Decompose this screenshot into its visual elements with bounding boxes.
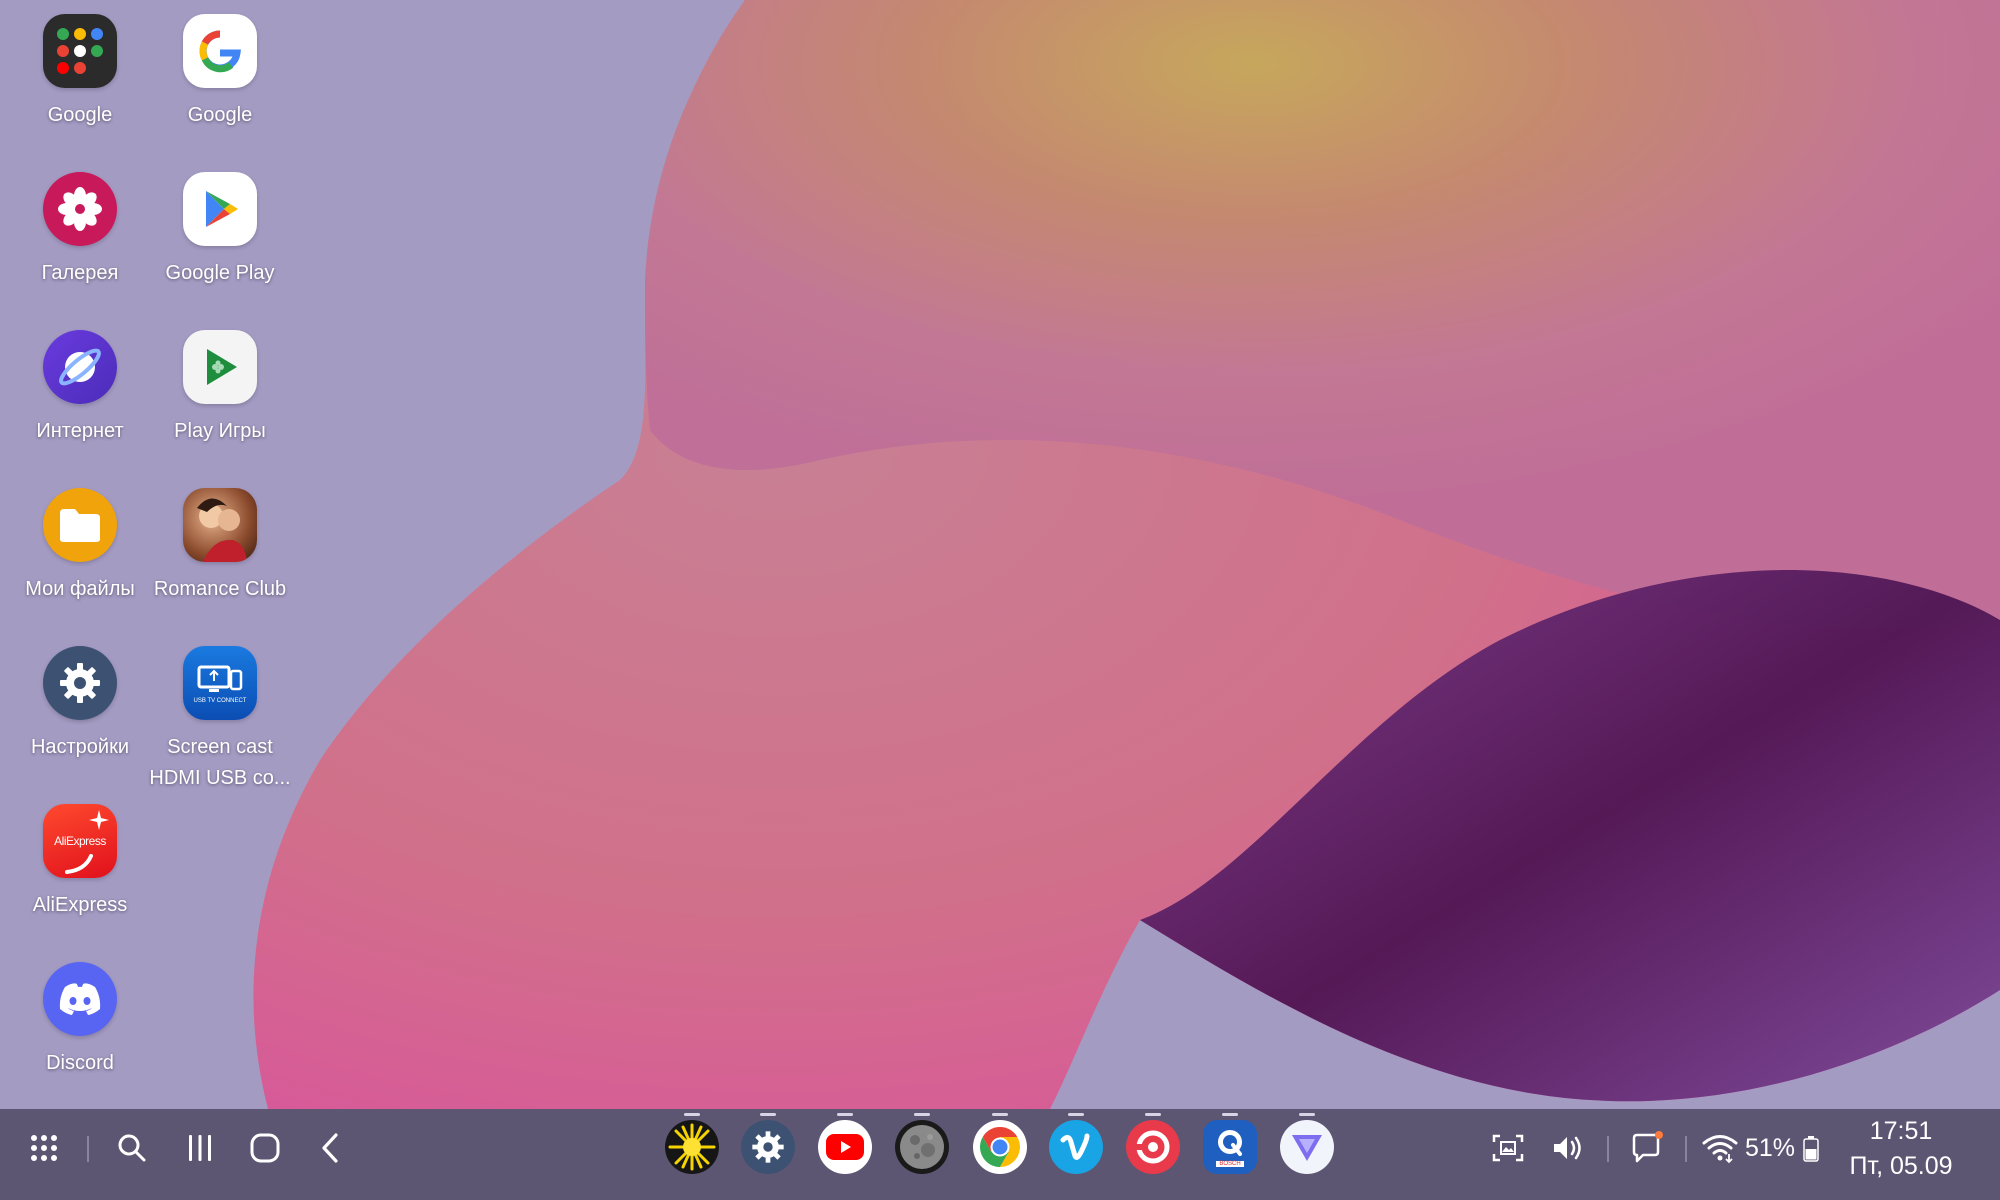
screen-cast-icon-text: USB TV CONNECT [193, 697, 247, 704]
app-label: Play Игры [174, 420, 266, 442]
running-indicator [760, 1113, 776, 1116]
battery-icon [1803, 1136, 1819, 1162]
app-label: Romance Club [153, 578, 287, 600]
home-icon [250, 1133, 280, 1163]
app-discord[interactable]: Discord [0, 962, 160, 1079]
running-indicator [1222, 1113, 1238, 1116]
battery-status [1800, 1134, 1822, 1164]
apps-grid-button[interactable] [24, 1130, 64, 1166]
vimeo-icon [1060, 1133, 1090, 1160]
app-label: Discord [46, 1052, 114, 1074]
tray-separator [1607, 1136, 1609, 1162]
aliexpress-icon: AliExpress [43, 804, 117, 878]
notifications-button[interactable] [1625, 1126, 1669, 1170]
desktop[interactable]: Google Google Галерея Google Play Интерн… [0, 0, 2000, 1109]
app-google-folder[interactable]: Google [0, 14, 160, 131]
dock-app-moon[interactable] [895, 1120, 949, 1174]
wallpaper-blob [253, 0, 2000, 1109]
running-indicator [992, 1113, 1008, 1116]
dock-app-vimeo[interactable] [1049, 1120, 1103, 1174]
app-google-play[interactable]: Google Play [140, 172, 300, 289]
running-indicator [914, 1113, 930, 1116]
volume-button[interactable] [1548, 1128, 1588, 1168]
dock-app-record[interactable] [1126, 1120, 1180, 1174]
app-settings[interactable]: Настройки [0, 646, 160, 763]
search-icon [118, 1134, 146, 1162]
app-label: Google [47, 104, 113, 126]
gear-icon [43, 646, 117, 720]
tray-separator [1685, 1136, 1687, 1162]
folder-icon [43, 488, 117, 562]
app-label: Screen cast HDMI USB co... [149, 736, 291, 789]
app-screen-cast[interactable]: USB TV CONNECT Screen cast HDMI USB co..… [140, 646, 300, 794]
clock-date[interactable]: Пт, 05.09 [1838, 1151, 1964, 1181]
app-label: Настройки [30, 736, 130, 758]
settings-dock-icon [752, 1131, 784, 1163]
taskbar-separator [87, 1136, 89, 1162]
dock-app-vpn[interactable] [1280, 1120, 1334, 1174]
dock-app-chrome[interactable] [973, 1120, 1027, 1174]
screen-capture-icon [1492, 1134, 1524, 1162]
bosch-icon-text: BOSCH [1216, 1161, 1244, 1167]
running-indicator [1145, 1113, 1161, 1116]
app-label: Мои файлы [25, 578, 135, 600]
bosch-app-icon [1218, 1130, 1242, 1156]
notification-bubble-icon [1632, 1131, 1663, 1163]
wifi-status[interactable] [1700, 1128, 1740, 1168]
battery-percentage: 51% [1744, 1133, 1796, 1162]
running-indicator [837, 1113, 853, 1116]
home-button[interactable] [245, 1130, 285, 1166]
dock-app-sun[interactable] [665, 1120, 719, 1174]
app-internet[interactable]: Интернет [0, 330, 160, 447]
play-games-icon [183, 330, 257, 404]
app-label: Google [187, 104, 253, 126]
flower-icon [43, 172, 117, 246]
dock-app-youtube[interactable] [818, 1120, 872, 1174]
back-icon [322, 1133, 338, 1163]
app-aliexpress[interactable]: AliExpress AliExpress [0, 804, 160, 921]
app-label: Google Play [165, 262, 275, 284]
app-romance-club[interactable]: Romance Club [140, 488, 300, 605]
sun-app-icon [668, 1123, 716, 1171]
record-app-icon [1135, 1130, 1170, 1164]
screenshot-button[interactable] [1488, 1128, 1528, 1168]
running-indicator [1299, 1113, 1315, 1116]
dock-app-bosch[interactable]: BOSCH [1203, 1120, 1257, 1174]
running-indicator [1068, 1113, 1084, 1116]
app-google[interactable]: Google [140, 14, 300, 131]
app-my-files[interactable]: Мои файлы [0, 488, 160, 605]
volume-icon [1554, 1136, 1581, 1160]
vpn-app-icon [1292, 1135, 1322, 1161]
youtube-icon [826, 1134, 864, 1160]
search-button[interactable] [112, 1130, 152, 1166]
play-store-icon [183, 172, 257, 246]
planet-icon [43, 330, 117, 404]
apps-grid-icon [31, 1135, 57, 1161]
wifi-icon [1702, 1135, 1738, 1164]
recents-button[interactable] [180, 1130, 220, 1166]
google-g-icon [183, 14, 257, 88]
app-label: AliExpress [32, 894, 128, 916]
screen-cast-icon: USB TV CONNECT [183, 646, 257, 720]
recents-icon [189, 1135, 211, 1161]
app-label: Галерея [41, 262, 119, 284]
app-gallery[interactable]: Галерея [0, 172, 160, 289]
back-button[interactable] [310, 1130, 350, 1166]
google-folder-icon [43, 14, 117, 88]
aliexpress-icon-text: AliExpress [54, 834, 106, 848]
moon-app-icon [900, 1125, 944, 1169]
dock-app-settings[interactable] [741, 1120, 795, 1174]
discord-icon [43, 962, 117, 1036]
app-play-games[interactable]: Play Игры [140, 330, 300, 447]
app-label: Интернет [36, 420, 124, 442]
romance-club-icon [183, 488, 257, 562]
running-indicator [684, 1113, 700, 1116]
clock-time[interactable]: 17:51 [1838, 1116, 1964, 1146]
chrome-icon [980, 1127, 1020, 1167]
